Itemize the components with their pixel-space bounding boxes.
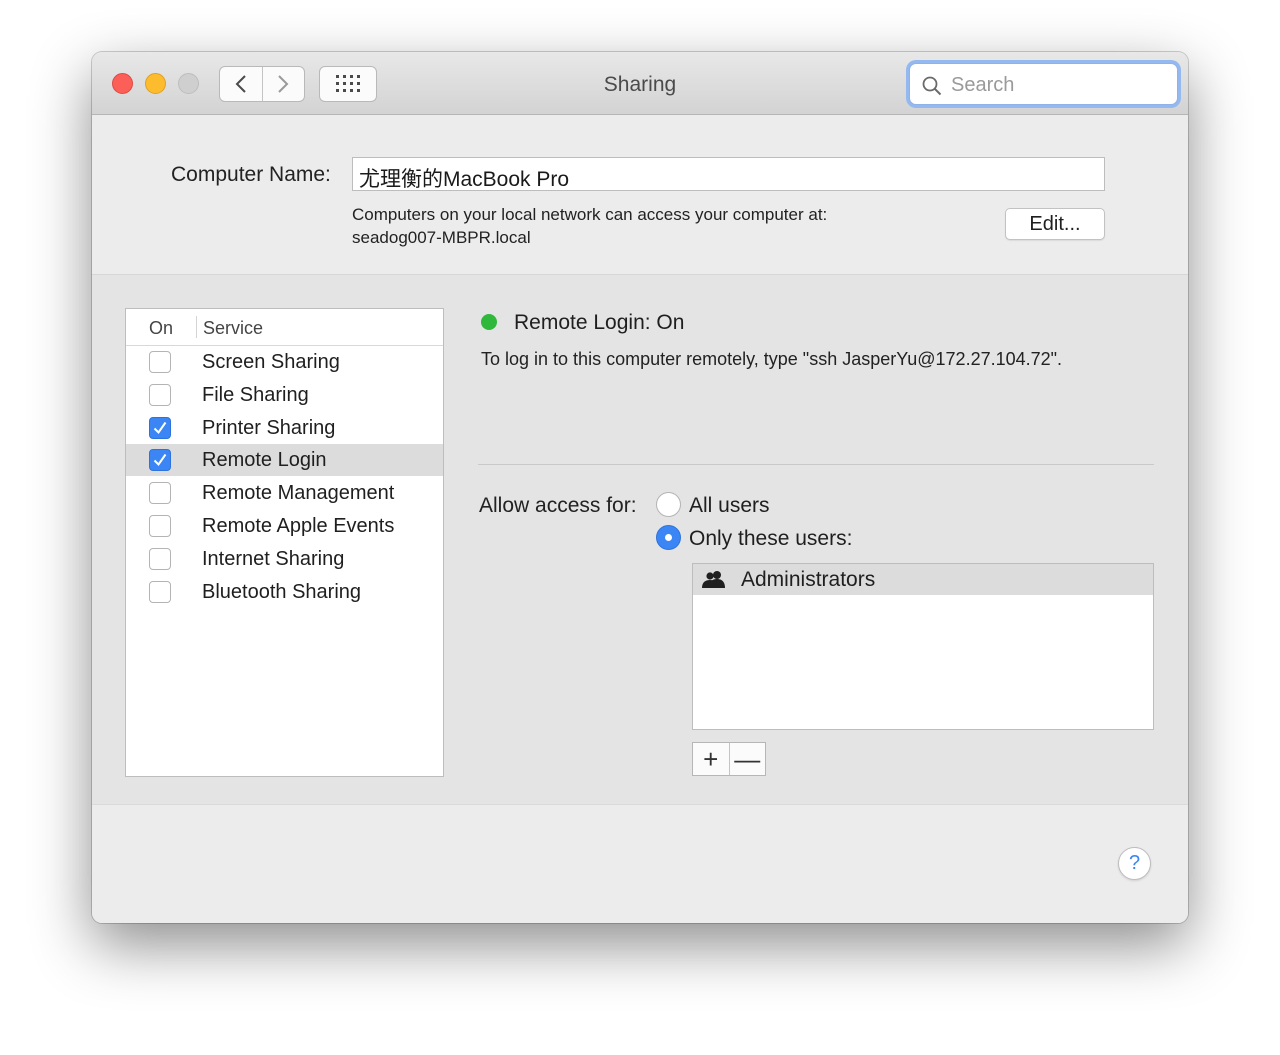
service-checkbox[interactable] (149, 547, 171, 570)
service-status: Remote Login: On (514, 311, 685, 334)
back-button[interactable] (220, 67, 262, 101)
service-label: Remote Management (202, 482, 395, 505)
status-indicator (481, 314, 497, 330)
computer-name-field[interactable]: 尤理衡的MacBook Pro (352, 157, 1105, 191)
show-all-button[interactable] (319, 66, 377, 102)
service-list: On Service Screen Sharing File Sharing Pri… (125, 308, 444, 777)
service-row[interactable]: File Sharing (126, 379, 443, 411)
service-label: Internet Sharing (202, 547, 345, 570)
column-header-on: On (149, 318, 174, 338)
user-row[interactable]: Administrators (693, 564, 1153, 595)
group-icon (702, 571, 725, 588)
nav-buttons (219, 66, 305, 102)
chevron-left-icon (235, 75, 246, 93)
add-user-button[interactable]: + (693, 743, 729, 775)
grid-icon (336, 75, 360, 92)
service-checkbox[interactable] (149, 416, 171, 439)
service-row[interactable]: Screen Sharing (126, 346, 443, 378)
service-row[interactable]: Remote Login (126, 444, 443, 477)
search-placeholder: Search (951, 74, 1015, 96)
user-name: Administrators (741, 568, 876, 591)
divider (478, 464, 1154, 465)
bottom-bar (92, 804, 1188, 923)
zoom-button[interactable] (178, 73, 199, 94)
search-input[interactable]: Search (909, 63, 1178, 105)
edit-button[interactable]: Edit... (1005, 208, 1105, 240)
computer-name-label: Computer Name: (171, 163, 331, 186)
column-divider (196, 316, 197, 338)
service-row[interactable]: Internet Sharing (126, 543, 443, 575)
network-note-line: Computers on your local network can acce… (352, 205, 828, 224)
service-row[interactable]: Printer Sharing (126, 412, 443, 444)
service-label: Remote Login (202, 449, 327, 472)
service-label: Printer Sharing (202, 416, 336, 439)
service-row[interactable]: Remote Management (126, 477, 443, 509)
service-row[interactable]: Remote Apple Events (126, 510, 443, 542)
service-checkbox[interactable] (149, 515, 171, 537)
forward-button[interactable] (261, 67, 305, 101)
service-checkbox[interactable] (149, 351, 171, 373)
service-checkbox[interactable] (149, 383, 171, 406)
service-label: Remote Apple Events (202, 515, 395, 537)
add-remove-control: + — (692, 742, 766, 776)
access-label: Allow access for: (479, 494, 637, 517)
column-header-service: Service (203, 318, 264, 338)
sharing-window: Sharing Search Computer Name: 尤理衡的MacBoo… (92, 52, 1188, 923)
checkmark-icon (153, 421, 167, 434)
title-bar: Sharing Search (92, 52, 1188, 115)
chevron-right-icon (278, 75, 289, 93)
users-list: Administrators (692, 563, 1154, 730)
only-these-users-label[interactable]: Only these users: (689, 527, 852, 551)
checkmark-icon (153, 454, 167, 467)
all-users-label[interactable]: All users (689, 494, 770, 518)
network-note: Computers on your local network can acce… (352, 203, 827, 249)
service-row[interactable]: Bluetooth Sharing (126, 576, 443, 608)
service-label: File Sharing (202, 383, 309, 406)
help-button[interactable]: ? (1118, 847, 1151, 880)
remove-user-button[interactable]: — (728, 743, 766, 775)
service-description: To log in to this computer remotely, typ… (481, 349, 1063, 369)
close-button[interactable] (112, 73, 133, 94)
local-hostname: seadog007-MBPR.local (352, 228, 531, 247)
computer-name-section: Computer Name: 尤理衡的MacBook Pro Computers… (92, 115, 1188, 275)
service-checkbox[interactable] (149, 580, 171, 603)
only-these-users-radio[interactable] (656, 525, 681, 550)
minimize-button[interactable] (145, 73, 166, 94)
service-list-header: On Service (126, 309, 443, 346)
search-icon (922, 76, 942, 96)
service-label: Bluetooth Sharing (202, 580, 362, 603)
service-checkbox[interactable] (149, 482, 171, 505)
service-checkbox[interactable] (149, 449, 171, 472)
window-title: Sharing (603, 73, 677, 96)
all-users-radio[interactable] (656, 492, 681, 517)
service-label: Screen Sharing (202, 351, 340, 373)
